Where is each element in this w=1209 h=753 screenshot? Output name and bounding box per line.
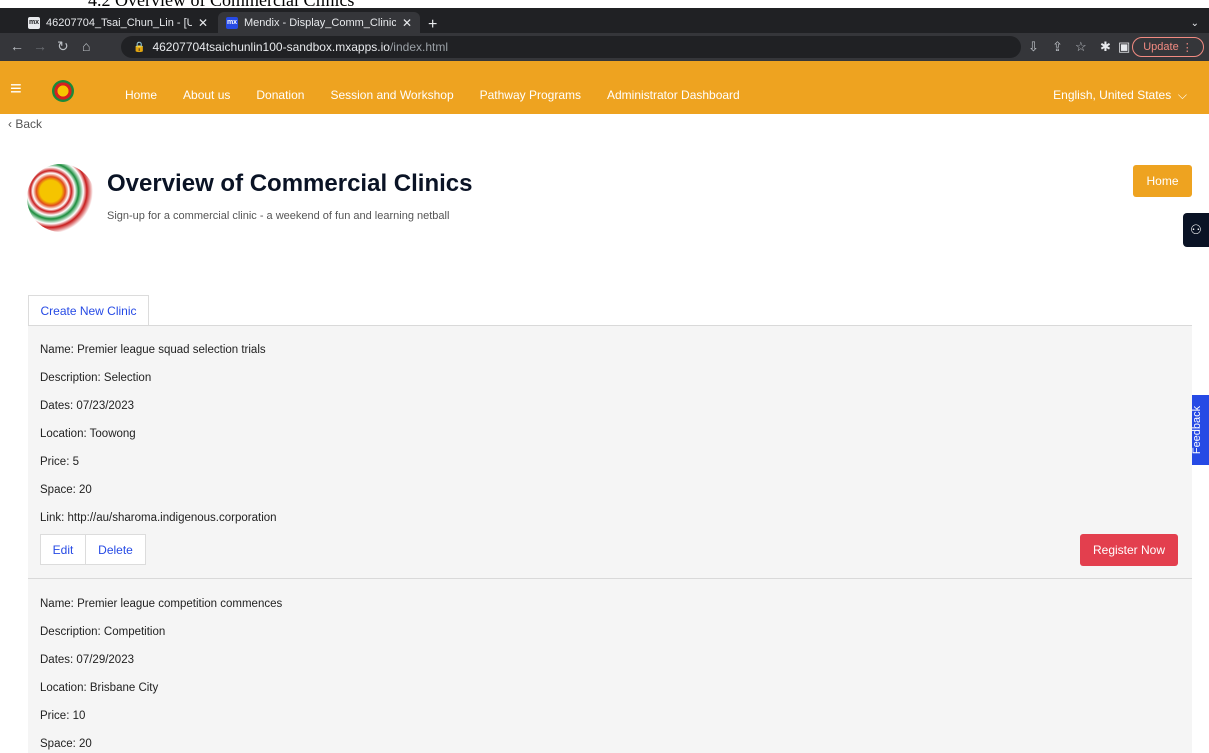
update-button-label: Update (1143, 41, 1179, 53)
side-panel-icon[interactable]: ▣ (1118, 39, 1130, 55)
delete-button[interactable]: Delete (86, 534, 146, 565)
page-subtitle: Sign-up for a commercial clinic - a week… (107, 210, 450, 222)
nav-link-donation[interactable]: Donation (256, 88, 304, 102)
clinic-location: Location: Toowong (40, 428, 136, 440)
nav-link-home[interactable]: Home (125, 88, 157, 102)
new-tab-plus-icon[interactable]: + (428, 16, 437, 34)
document-heading-text: 4.2 Overview of Commercial Clinics (88, 0, 354, 8)
url-path: /index.html (389, 40, 448, 54)
mendix-favicon-icon: mx (28, 16, 40, 29)
language-label: English, United States (1053, 88, 1172, 102)
clinic-name: Name: Premier league competition commenc… (40, 598, 283, 610)
close-tab-icon[interactable]: ✕ (198, 16, 208, 30)
back-link[interactable]: ‹ Back (8, 117, 42, 131)
clinic-name: Name: Premier league squad selection tri… (40, 344, 266, 356)
update-button[interactable]: Update ⋮ (1132, 37, 1204, 57)
share-icon[interactable]: ⇪ (1052, 39, 1063, 55)
page-title: Overview of Commercial Clinics (107, 170, 473, 197)
clinic-card: Name: Premier league competition commenc… (28, 579, 1192, 753)
nav-link-admin-dashboard[interactable]: Administrator Dashboard (607, 88, 740, 102)
nav-link-about-us[interactable]: About us (183, 88, 230, 102)
forward-arrow-icon[interactable]: → (33, 38, 47, 54)
nav-link-session-workshop[interactable]: Session and Workshop (330, 88, 453, 102)
edit-delete-group: Edit Delete (40, 534, 146, 565)
browser-tab-title: 46207704_Tsai_Chun_Lin - [U (46, 16, 192, 29)
document-heading: 4.2 Overview of Commercial Clinics (0, 0, 1209, 8)
browser-tab-title: Mendix - Display_Comm_Clinic (244, 16, 396, 29)
clinic-price: Price: 5 (40, 456, 79, 468)
clinic-space: Space: 20 (40, 484, 92, 496)
app-navbar: ≡ Home About us Donation Session and Wor… (0, 61, 1209, 114)
language-selector[interactable]: English, United States ⌵ (1053, 88, 1187, 103)
browser-tab-1[interactable]: mx 46207704_Tsai_Chun_Lin - [U ✕ (20, 12, 216, 33)
app-logo[interactable] (52, 80, 74, 102)
bookmark-star-icon[interactable]: ☆ (1075, 39, 1087, 55)
feedback-label: Feedback (1191, 405, 1204, 455)
clinic-dates: Dates: 07/23/2023 (40, 400, 134, 412)
back-label: Back (15, 117, 43, 131)
address-bar[interactable]: 🔒 46207704tsaichunlin100-sandbox.mxapps.… (121, 36, 1021, 58)
clinic-space: Space: 20 (40, 738, 92, 750)
back-arrow-icon[interactable]: ← (10, 38, 24, 54)
clinic-link: Link: http://au/sharoma.indigenous.corpo… (40, 512, 277, 524)
organisation-logo (27, 164, 95, 232)
chevron-left-icon: ‹ (8, 117, 12, 131)
clinic-dates: Dates: 07/29/2023 (40, 654, 134, 666)
chevron-down-icon: ⌵ (1174, 88, 1187, 102)
close-tab-icon[interactable]: ✕ (402, 16, 412, 30)
extensions-puzzle-icon[interactable]: ✱ (1100, 39, 1111, 55)
browser-tab-2[interactable]: mx Mendix - Display_Comm_Clinic ✕ (218, 12, 420, 33)
url-host: 46207704tsaichunlin100-sandbox.mxapps.io (152, 40, 390, 54)
browser-toolbar: ← → ↻ ⌂ 🔒 46207704tsaichunlin100-sandbox… (0, 33, 1209, 61)
lock-icon: 🔒 (133, 41, 146, 53)
user-profile-icon[interactable]: ⚇ (1183, 213, 1209, 247)
register-now-button[interactable]: Register Now (1080, 534, 1178, 566)
home-button[interactable]: Home (1133, 165, 1192, 197)
clinic-location: Location: Brisbane City (40, 682, 159, 694)
reload-icon[interactable]: ↻ (57, 38, 69, 55)
nav-link-pathway-programs[interactable]: Pathway Programs (480, 88, 581, 102)
tab-search-chevron-icon[interactable]: ⌄ (1191, 18, 1199, 29)
mendix-favicon-icon: mx (226, 16, 238, 29)
install-app-icon[interactable]: ⇩ (1028, 39, 1039, 55)
clinic-description: Description: Selection (40, 372, 152, 384)
create-new-clinic-button[interactable]: Create New Clinic (28, 295, 149, 326)
nav-links: Home About us Donation Session and Works… (125, 88, 766, 102)
home-icon[interactable]: ⌂ (82, 38, 90, 54)
clinic-card: Name: Premier league squad selection tri… (28, 326, 1192, 578)
clinic-price: Price: 10 (40, 710, 86, 722)
browser-tab-bar: mx 46207704_Tsai_Chun_Lin - [U ✕ mx Mend… (0, 8, 1209, 33)
edit-button[interactable]: Edit (40, 534, 86, 565)
hamburger-menu-icon[interactable]: ≡ (10, 79, 22, 99)
clinic-description: Description: Competition (40, 626, 166, 638)
